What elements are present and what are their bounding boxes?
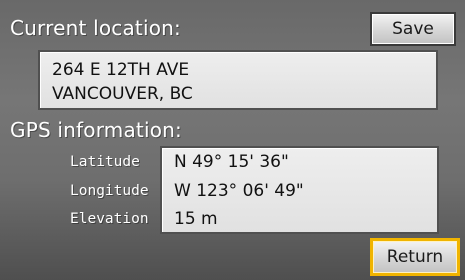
latitude-value: N 49° 15' 36" xyxy=(174,152,289,172)
longitude-label: Longitude xyxy=(70,183,149,199)
save-button[interactable]: Save xyxy=(370,12,456,46)
address-line-1: 264 E 12TH AVE xyxy=(52,60,190,80)
latitude-label: Latitude xyxy=(70,154,140,170)
return-button[interactable]: Return xyxy=(370,238,460,276)
navigation-screen: Current location: Save 264 E 12TH AVE VA… xyxy=(0,0,465,280)
gps-information-title: GPS information: xyxy=(10,118,182,142)
longitude-value: W 123° 06' 49" xyxy=(174,181,304,201)
address-line-2: VANCOUVER, BC xyxy=(52,84,193,104)
current-location-title: Current location: xyxy=(10,16,181,40)
current-location-panel: 264 E 12TH AVE VANCOUVER, BC xyxy=(38,50,438,110)
gps-information-panel: N 49° 15' 36" W 123° 06' 49" 15 m xyxy=(160,146,439,234)
elevation-label: Elevation xyxy=(70,211,149,227)
elevation-value: 15 m xyxy=(174,209,218,229)
